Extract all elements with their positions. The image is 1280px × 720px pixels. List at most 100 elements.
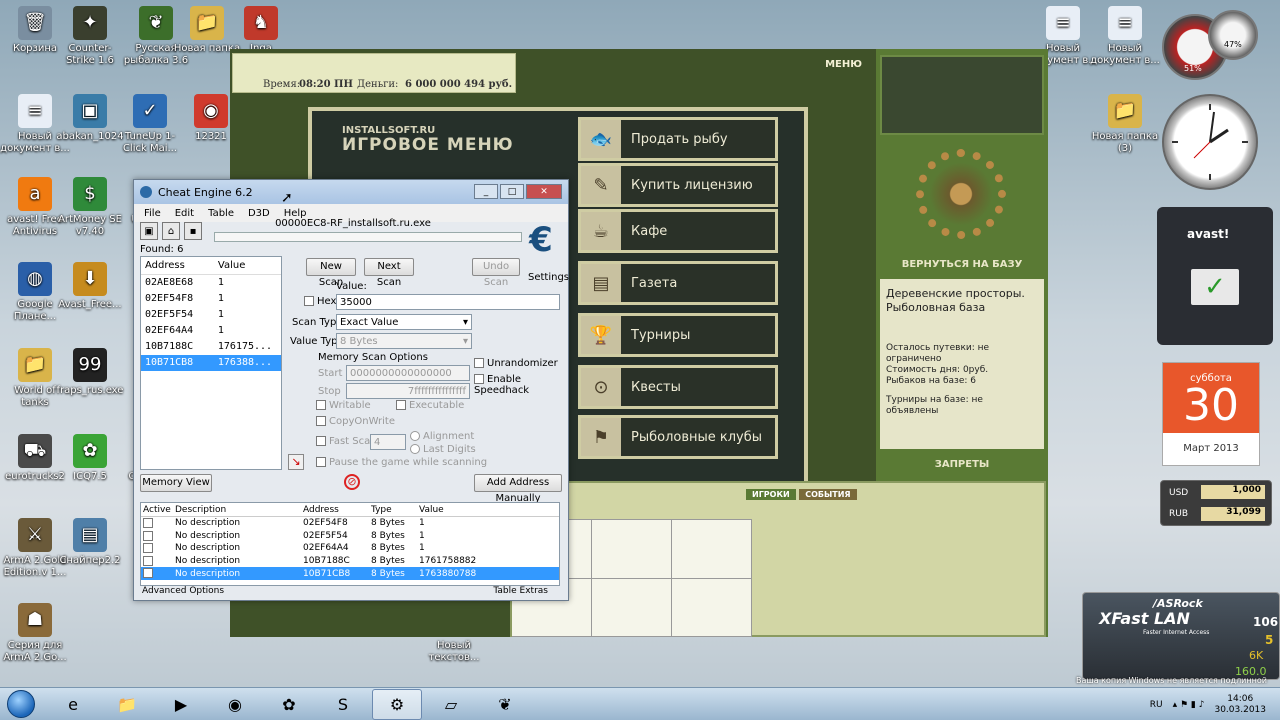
start-button[interactable]	[0, 688, 42, 720]
bans-button[interactable]: ЗАПРЕТЫ	[876, 459, 1048, 470]
table-row[interactable]: No description 10B71CB8 8 Bytes 1763880788	[141, 567, 559, 580]
cheat-table[interactable]: Active Description Address Type Value No…	[140, 502, 560, 586]
column-value[interactable]: Value	[218, 260, 277, 271]
unrandomizer-checkbox[interactable]	[474, 358, 484, 368]
cheat-engine-logo-icon[interactable]: €	[522, 220, 560, 270]
tray-icons[interactable]: ▴ ⚑ ▮ ♪	[1173, 700, 1205, 710]
table-row[interactable]: No description 10B7188C 8 Bytes 1761758882	[141, 555, 559, 568]
tab-players[interactable]: ИГРОКИ	[746, 489, 796, 500]
taskbar-app-button[interactable]: ▶	[156, 689, 206, 720]
pointer-scan-icon[interactable]: ↘	[288, 454, 304, 470]
taskbar-app-button[interactable]: ❦	[480, 689, 530, 720]
return-to-base-button[interactable]: ВЕРНУТЬСЯ НА БАЗУ	[876, 259, 1048, 270]
result-row[interactable]: 02EF54F8 1	[141, 291, 281, 307]
alignment-radio[interactable]	[410, 431, 420, 441]
last-digits-radio[interactable]	[410, 444, 420, 454]
taskbar-app-button[interactable]: e	[48, 689, 98, 720]
copyonwrite-checkbox[interactable]	[316, 416, 326, 426]
active-checkbox[interactable]	[143, 568, 153, 579]
table-row[interactable]: No description 02EF54F8 8 Bytes 1	[141, 517, 559, 530]
desktop-icon[interactable]: 99 fraps_rus.exe	[55, 348, 125, 397]
result-row[interactable]: 10B71CB8 176388...	[141, 355, 281, 371]
undo-scan-button[interactable]: Undo Scan	[472, 258, 520, 288]
system-clock[interactable]: 14:06 30.03.2013	[1214, 694, 1266, 716]
table-row[interactable]: No description 02EF5F54 8 Bytes 1	[141, 530, 559, 543]
desktop-icon[interactable]: ▤ Снайпер2.2	[55, 518, 125, 567]
game-menu-button[interactable]: МЕНЮ	[825, 59, 862, 70]
menu-d3d[interactable]: D3D	[248, 208, 270, 219]
game-menu-item[interactable]: ▤ Газета	[578, 261, 778, 305]
taskbar-app-button[interactable]: ◉	[210, 689, 260, 720]
scan-type-select[interactable]: Exact Value ▾	[336, 314, 472, 330]
active-checkbox[interactable]	[143, 530, 153, 541]
tab-events[interactable]: СОБЫТИЯ	[799, 489, 857, 500]
executable-checkbox[interactable]	[396, 400, 406, 410]
settings-label[interactable]: Settings	[528, 272, 569, 283]
menu-edit[interactable]: Edit	[175, 208, 194, 219]
taskbar-app-button[interactable]: ⚙	[372, 688, 422, 720]
desktop-icon[interactable]: ⬇ Avast_Free...	[55, 262, 125, 311]
active-checkbox[interactable]	[143, 543, 153, 554]
new-scan-button[interactable]: New Scan	[306, 258, 356, 288]
game-menu-item[interactable]: 🐟 Продать рыбу	[578, 117, 778, 161]
stop-icon[interactable]: ⊘	[344, 474, 360, 490]
advanced-options-link[interactable]: Advanced Options	[142, 586, 224, 596]
add-address-manually-button[interactable]: Add Address Manually	[474, 474, 562, 504]
result-row[interactable]: 02EF5F54 1	[141, 307, 281, 323]
desktop-icon[interactable]: ✓ TuneUp 1-Click Mai...	[115, 94, 185, 155]
writable-checkbox[interactable]	[316, 400, 326, 410]
col-address[interactable]: Address	[303, 505, 371, 515]
value-input[interactable]: 35000	[336, 294, 560, 310]
desktop-icon[interactable]: ☗ Серия для ArmA 2.Go...	[0, 603, 70, 664]
game-menu-item[interactable]: ⚑ Рыболовные клубы	[578, 415, 778, 459]
value-type-select[interactable]: 8 Bytes ▾	[336, 333, 472, 349]
language-indicator[interactable]: RU	[1150, 700, 1163, 710]
pause-checkbox[interactable]	[316, 457, 326, 467]
result-row[interactable]: 02EF64A4 1	[141, 323, 281, 339]
desktop-icon[interactable]: ✦ Counter-Strike 1.6	[55, 6, 125, 67]
desktop-icon[interactable]: 📁 Новая папка (3)	[1090, 94, 1160, 155]
result-address: 02AE8E68	[145, 277, 194, 288]
result-row[interactable]: 10B7188C 176175...	[141, 339, 281, 355]
fast-scan-input[interactable]: 4	[370, 434, 406, 450]
open-icon[interactable]: ⌂	[162, 222, 180, 240]
memory-view-button[interactable]: Memory View	[140, 474, 212, 492]
maximize-button[interactable]: □	[500, 184, 524, 199]
desktop-icon[interactable]: ≡ Новый документ в...	[1090, 6, 1160, 67]
window-titlebar[interactable]: Cheat Engine 6.2 _ □ ✕	[134, 180, 568, 204]
result-row[interactable]: 02AE8E68 1	[141, 275, 281, 291]
menu-help[interactable]: Help	[284, 208, 307, 219]
column-address[interactable]: Address	[145, 260, 218, 271]
stop-address-input[interactable]: 7fffffffffffffff	[346, 383, 470, 399]
desktop-icon[interactable]: ♞Inga	[226, 6, 296, 55]
taskbar-app-button[interactable]: ✿	[264, 689, 314, 720]
minimize-button[interactable]: _	[474, 184, 498, 199]
results-list[interactable]: Address Value 02AE8E68 1 02EF54F8 1 02EF5F54…	[140, 256, 282, 470]
fast-scan-checkbox[interactable]	[316, 436, 326, 446]
menu-file[interactable]: File	[144, 208, 161, 219]
col-value[interactable]: Value	[419, 505, 549, 515]
close-button[interactable]: ✕	[526, 184, 562, 199]
table-row[interactable]: No description 02EF64A4 8 Bytes 1	[141, 542, 559, 555]
game-menu-item[interactable]: ✎ Купить лицензию	[578, 163, 778, 207]
table-extras-link[interactable]: Table Extras	[493, 586, 548, 596]
speedhack-checkbox[interactable]	[474, 374, 484, 384]
col-active[interactable]: Active	[143, 505, 175, 515]
taskbar-app-button[interactable]: ▱	[426, 689, 476, 720]
game-menu-item[interactable]: ⊙ Квесты	[578, 365, 778, 409]
col-description[interactable]: Description	[175, 505, 303, 515]
game-menu-item[interactable]: ☕ Кафе	[578, 209, 778, 253]
usd-label: USD	[1169, 488, 1189, 498]
save-icon[interactable]: ▪	[184, 222, 202, 240]
next-scan-button[interactable]: Next Scan	[364, 258, 414, 288]
taskbar-app-button[interactable]: 📁	[102, 689, 152, 720]
start-address-input[interactable]: 0000000000000000	[346, 365, 470, 381]
active-checkbox[interactable]	[143, 518, 153, 529]
game-menu-item[interactable]: 🏆 Турниры	[578, 313, 778, 357]
taskbar-app-button[interactable]: S	[318, 689, 368, 720]
active-checkbox[interactable]	[143, 555, 153, 566]
menu-table[interactable]: Table	[208, 208, 234, 219]
col-type[interactable]: Type	[371, 505, 419, 515]
hex-checkbox[interactable]	[304, 296, 314, 306]
select-process-icon[interactable]: ▣	[140, 222, 158, 240]
